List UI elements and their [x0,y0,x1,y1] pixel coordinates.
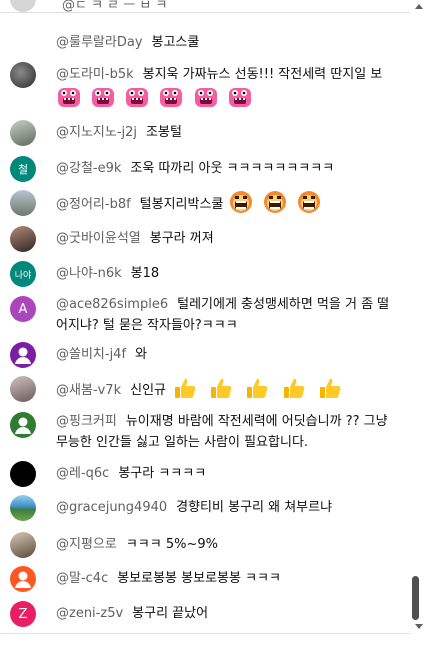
comment-text: 경향티비 봉구리 왜 쳐부르냐 [176,500,333,515]
comment-author[interactable]: @강철-e9k [56,161,121,176]
comment-message: @레-q6c 봉구라 ㅋㅋㅋㅋ [56,463,401,484]
scrollbar[interactable] [410,0,432,648]
comment-author[interactable]: @ace826simple6 [56,297,168,312]
avatar[interactable] [10,461,36,487]
avatar[interactable] [10,566,36,592]
comment-author[interactable]: @zeni-z5v [56,606,123,621]
thumbs-up-emoji [175,378,196,398]
comment-message: @지노지노-j2j 조봉털 [56,122,401,143]
avatar[interactable]: 철 [10,156,36,182]
comment-text: 신인규 [130,383,166,398]
comment-text: 봉구라 ㅋㅋㅋㅋ [118,466,207,481]
comment-message: @굿바이윤석열 봉구라 꺼져 [56,228,401,249]
thumbs-up-emoji [319,378,341,398]
comment-text: 와 [135,347,147,362]
comment-text: 털봉지리박스쿨 [139,197,224,212]
pink-monster-emoji [228,88,251,107]
scrollbar-thumb[interactable] [412,576,419,620]
emoji-group [172,378,349,398]
avatar[interactable] [10,412,36,438]
comment-message: @지평으로 ㅋㅋㅋ 5%~9% [56,534,401,555]
comment-author[interactable]: @gracejung4940 [56,500,167,515]
scroll-down-arrow-icon[interactable] [415,624,423,629]
pink-monster-emoji [160,88,183,107]
comment-author[interactable]: @정어리-b8f [56,197,131,212]
orange-roaring-face-emoji [297,191,320,213]
comment-author[interactable]: @레-q6c [56,466,109,481]
scroll-up-arrow-icon[interactable] [415,4,423,9]
avatar[interactable]: A [10,296,36,322]
comment-message: @말-c4c 봉보로봉봉 봉보로봉봉 ㅋㅋㅋ [56,568,401,589]
thumbs-up-emoji [247,378,268,398]
emoji-group [56,88,257,107]
comment-list: @룰루랄라Day 봉고스쿨 @도라미-b5k 봉지욱 가짜뉴스 선동!!! 작전세력… [0,0,410,648]
avatar[interactable] [10,62,36,88]
comment-message: @도라미-b5k 봉지욱 가짜뉴스 선동!!! 작전세력 딴지일 보 [56,64,401,110]
avatar[interactable] [10,30,36,56]
comment-message: @쏠비치-j4f 와 [56,344,401,365]
pink-monster-emoji [126,88,149,107]
comment-author[interactable]: @나야-n6k [56,266,122,281]
comment-message: @나야-n6k 봉18 [56,263,401,284]
avatar[interactable]: 나야 [10,261,36,287]
comment-message: @ace826simple6 털레기에게 충성맹세하면 먹을 거 좀 떨어지냐? … [56,294,401,336]
avatar[interactable] [10,120,36,146]
comment-text: 봉18 [130,266,160,281]
comment-message: @새봄-v7k 신인규 [56,376,401,401]
comment-text: 조봉털 [146,125,182,140]
comment-text: 봉구라 꺼져 [149,231,214,246]
avatar[interactable] [10,226,36,252]
comment-author[interactable]: @쏠비치-j4f [56,347,126,362]
comment-message: @룰루랄라Day 봉고스쿨 [56,32,401,53]
comment-message: @정어리-b8f 털봉지리박스쿨 [56,190,401,215]
comment-author[interactable]: @도라미-b5k [56,67,134,82]
orange-roaring-face-emoji [263,191,286,213]
person-icon [15,347,31,364]
comment-text: ㅋㅋㅋ 5%~9% [125,537,218,552]
comment-author[interactable]: @새봄-v7k [56,383,121,398]
avatar[interactable] [10,532,36,558]
avatar[interactable] [10,342,36,368]
thumbs-up-emoji [283,378,304,398]
comment-text: 봉보로봉봉 봉보로봉봉 ㅋㅋㅋ [117,571,281,586]
comment-text: 조욱 따까리 아웃 ㅋㅋㅋㅋㅋㅋㅋㅋㅋ [130,161,335,176]
comment-message: @강철-e9k 조욱 따까리 아웃 ㅋㅋㅋㅋㅋㅋㅋㅋㅋ [56,158,401,179]
avatar[interactable] [10,376,36,402]
emoji-group [228,191,326,213]
orange-roaring-face-emoji [229,191,252,213]
comment-message: @핑크커피 뉴이재명 바람에 작전세력에 어딧습니까 ?? 그냥 무능한 인간들 … [56,411,401,453]
avatar[interactable] [10,190,36,216]
comment-text: 봉고스쿨 [151,35,200,50]
comment-author[interactable]: @굿바이윤석열 [56,231,141,246]
person-icon [15,571,31,588]
comment-message: @zeni-z5v 봉구리 끝났어 [56,603,401,624]
person-icon [15,417,31,434]
pink-monster-emoji [58,88,80,107]
pink-monster-emoji [194,88,217,107]
avatar[interactable]: Z [10,601,36,627]
pink-monster-emoji [92,88,115,107]
comment-message: @gracejung4940 경향티비 봉구리 왜 쳐부르냐 [56,497,401,518]
comment-author[interactable]: @룰루랄라Day [56,35,143,50]
comment-text: 봉지욱 가짜뉴스 선동!!! 작전세력 딴지일 보 [142,67,383,82]
comment-author[interactable]: @지평으로 [56,537,117,552]
avatar[interactable] [10,495,36,521]
divider [0,633,410,634]
comment-author[interactable]: @말-c4c [56,571,108,586]
comment-text: 봉구리 끝났어 [132,606,209,621]
comment-author[interactable]: @지노지노-j2j [56,125,137,140]
comment-author[interactable]: @핑크커피 [56,414,117,429]
thumbs-up-emoji [211,378,232,398]
